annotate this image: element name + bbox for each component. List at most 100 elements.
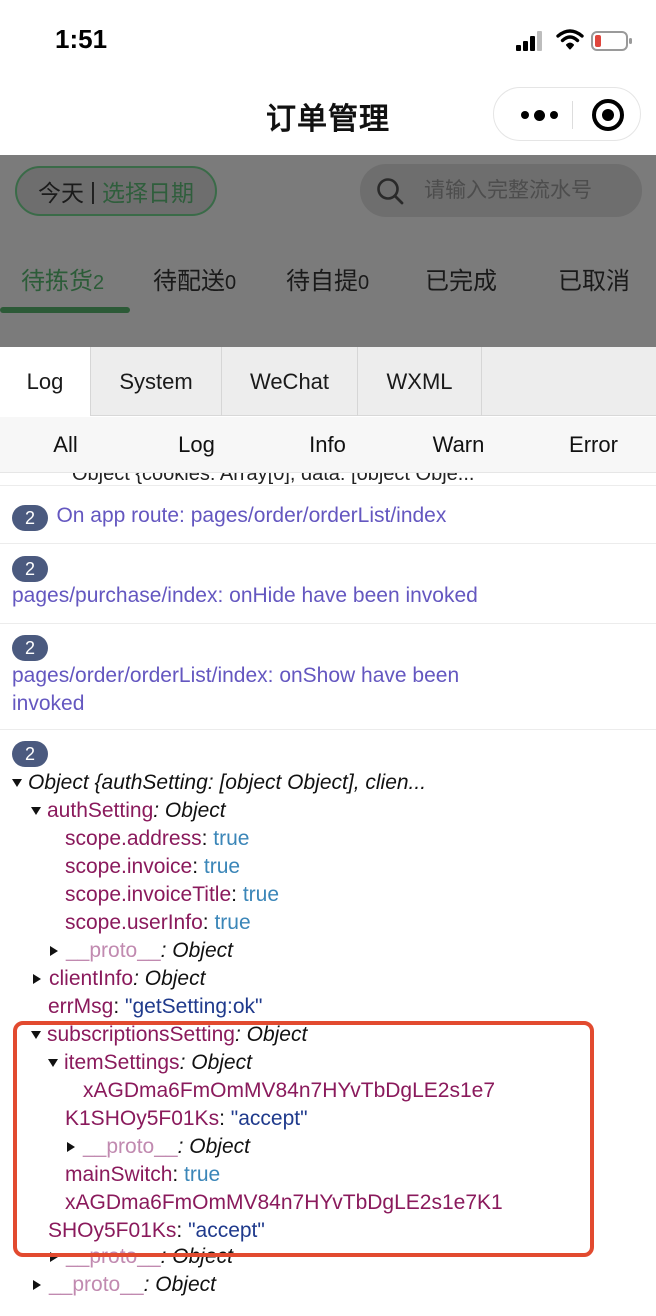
tab-label: 待自提: [286, 268, 358, 295]
filter-error[interactable]: Error: [528, 417, 656, 473]
tree-value: "accept": [230, 1107, 308, 1130]
tab-cancelled[interactable]: 已取消: [558, 261, 630, 296]
caret-right-icon[interactable]: [33, 974, 41, 985]
caret-down-icon[interactable]: [48, 1059, 58, 1068]
tab-label: 已取消: [558, 268, 630, 295]
search-box[interactable]: [360, 164, 642, 217]
status-bar: 1:51: [0, 0, 656, 80]
tree-key: xAGDma6FmOmMV84n7HYvTbDgLE2s1e7: [83, 1079, 495, 1102]
search-icon: [377, 178, 404, 205]
tree-leaf: xAGDma6FmOmMV84n7HYvTbDgLE2s1e7K1: [65, 1189, 503, 1217]
tree-leaf: K1SHOy5F01Ks: "accept": [65, 1105, 308, 1133]
log-text: invoked: [12, 692, 85, 715]
filter-all[interactable]: All: [0, 417, 131, 473]
tab-to-deliver[interactable]: 待配送0: [153, 261, 236, 296]
vconsole-tab-system[interactable]: System: [91, 347, 222, 416]
filter-info[interactable]: Info: [262, 417, 393, 473]
tree-node-authsetting[interactable]: authSetting: Object: [31, 797, 226, 825]
repeat-count-badge: 2: [12, 504, 48, 531]
tree-type: : Object: [160, 1245, 233, 1268]
tree-value: true: [214, 911, 251, 934]
tree-node-clientinfo[interactable]: clientInfo: Object: [33, 965, 205, 993]
filter-warn[interactable]: Warn: [393, 417, 524, 473]
mini-program-capsule: [493, 87, 641, 141]
date-selector[interactable]: 今天 | 选择日期: [15, 166, 217, 216]
log-text: On app route: pages/order/orderList/inde…: [56, 504, 447, 527]
caret-right-icon[interactable]: [50, 1252, 58, 1263]
tree-leaf: scope.invoice: true: [65, 853, 240, 881]
tab-completed[interactable]: 已完成: [425, 261, 497, 296]
tab-count: 0: [225, 272, 237, 294]
tab-to-pick[interactable]: 待拣货2: [21, 261, 104, 296]
tree-key: __proto__: [49, 1273, 144, 1296]
tree-node-proto[interactable]: __proto__: Object: [67, 1133, 250, 1161]
caret-down-icon[interactable]: [31, 807, 41, 816]
tab-self-pickup[interactable]: 待自提0: [286, 261, 369, 296]
tree-key: scope.userInfo: [65, 911, 203, 934]
repeat-count-badge: 2: [12, 635, 48, 661]
tree-key: __proto__: [66, 939, 161, 962]
caret-down-icon[interactable]: [31, 1031, 41, 1040]
tab-label: 已完成: [425, 268, 497, 295]
tab-label: 待配送: [153, 268, 225, 295]
tree-key: authSetting: [47, 799, 154, 822]
log-entry: 2 pages/purchase/index: onHide have been…: [0, 544, 656, 624]
tree-value: true: [184, 1163, 221, 1186]
tree-value: true: [203, 855, 241, 878]
tree-node-proto[interactable]: __proto__: Object: [33, 1271, 216, 1299]
vconsole-tab-log[interactable]: Log: [0, 347, 91, 416]
tree-leaf: xAGDma6FmOmMV84n7HYvTbDgLE2s1e7: [83, 1077, 495, 1105]
caret-right-icon[interactable]: [50, 946, 58, 957]
vconsole-tabs: Log System WeChat WXML: [0, 347, 656, 416]
object-summary: Object {authSetting: [object Object], cl…: [28, 771, 427, 794]
caret-right-icon[interactable]: [33, 1280, 41, 1291]
vconsole-tab-wechat[interactable]: WeChat: [222, 347, 358, 416]
tree-sep: :: [113, 995, 126, 1018]
tree-sep: :: [192, 855, 204, 878]
tree-node-subscriptionssetting[interactable]: subscriptionsSetting: Object: [31, 1021, 307, 1049]
tree-node-proto[interactable]: __proto__: Object: [50, 1243, 233, 1271]
tree-key: subscriptionsSetting: [47, 1023, 235, 1046]
capsule-divider: [572, 101, 573, 129]
tree-key: clientInfo: [49, 967, 134, 990]
filter-log[interactable]: Log: [131, 417, 262, 473]
tree-type: : Object: [143, 1273, 216, 1296]
close-icon[interactable]: [592, 99, 624, 131]
tree-sep: :: [176, 1219, 189, 1242]
search-input[interactable]: [424, 177, 634, 205]
tree-node-proto[interactable]: __proto__: Object: [50, 937, 233, 965]
status-time: 1:51: [55, 24, 108, 54]
date-today-label: 今天: [38, 180, 84, 206]
tree-leaf: scope.userInfo: true: [65, 909, 251, 937]
battery-icon: [591, 31, 632, 51]
log-text: Object {cookies: Array[0], data: [object…: [72, 473, 475, 485]
tree-type: : Object: [177, 1135, 250, 1158]
tree-value: true: [242, 883, 279, 906]
caret-down-icon[interactable]: [12, 779, 22, 788]
tab-label: 待拣货: [21, 268, 93, 295]
vconsole-tab-wxml[interactable]: WXML: [358, 347, 482, 416]
log-entry: 2 pages/order/orderList/index: onShow ha…: [0, 624, 656, 730]
repeat-count-badge: 2: [12, 556, 48, 582]
tree-sep: :: [219, 1107, 231, 1130]
vconsole-log-filters: All Log Info Warn Error: [0, 417, 656, 473]
wifi-icon: [556, 29, 584, 50]
tree-key: scope.address: [65, 827, 202, 850]
signal-icon: [516, 31, 546, 51]
tree-key: __proto__: [83, 1135, 178, 1158]
log-list[interactable]: Object {cookies: Array[0], data: [object…: [0, 473, 656, 1316]
tree-key: SHOy5F01Ks: [48, 1219, 177, 1242]
tree-node-itemsettings[interactable]: itemSettings: Object: [48, 1049, 252, 1077]
tree-leaf: mainSwitch: true: [65, 1161, 220, 1189]
tree-key: __proto__: [66, 1245, 161, 1268]
caret-right-icon[interactable]: [67, 1142, 75, 1153]
tab-count: 2: [93, 272, 105, 294]
object-summary-row[interactable]: Object {authSetting: [object Object], cl…: [12, 769, 426, 797]
tree-leaf: errMsg: "getSetting:ok": [48, 993, 263, 1021]
tree-type: : Object: [160, 939, 233, 962]
more-icon[interactable]: [514, 88, 564, 142]
repeat-count-badge: 2: [12, 741, 48, 767]
tree-leaf: scope.invoiceTitle: true: [65, 881, 279, 909]
tree-key: xAGDma6FmOmMV84n7HYvTbDgLE2s1e7K1: [65, 1191, 503, 1214]
object-log-entry: 2 Object {authSetting: [object Object], …: [0, 730, 656, 1316]
